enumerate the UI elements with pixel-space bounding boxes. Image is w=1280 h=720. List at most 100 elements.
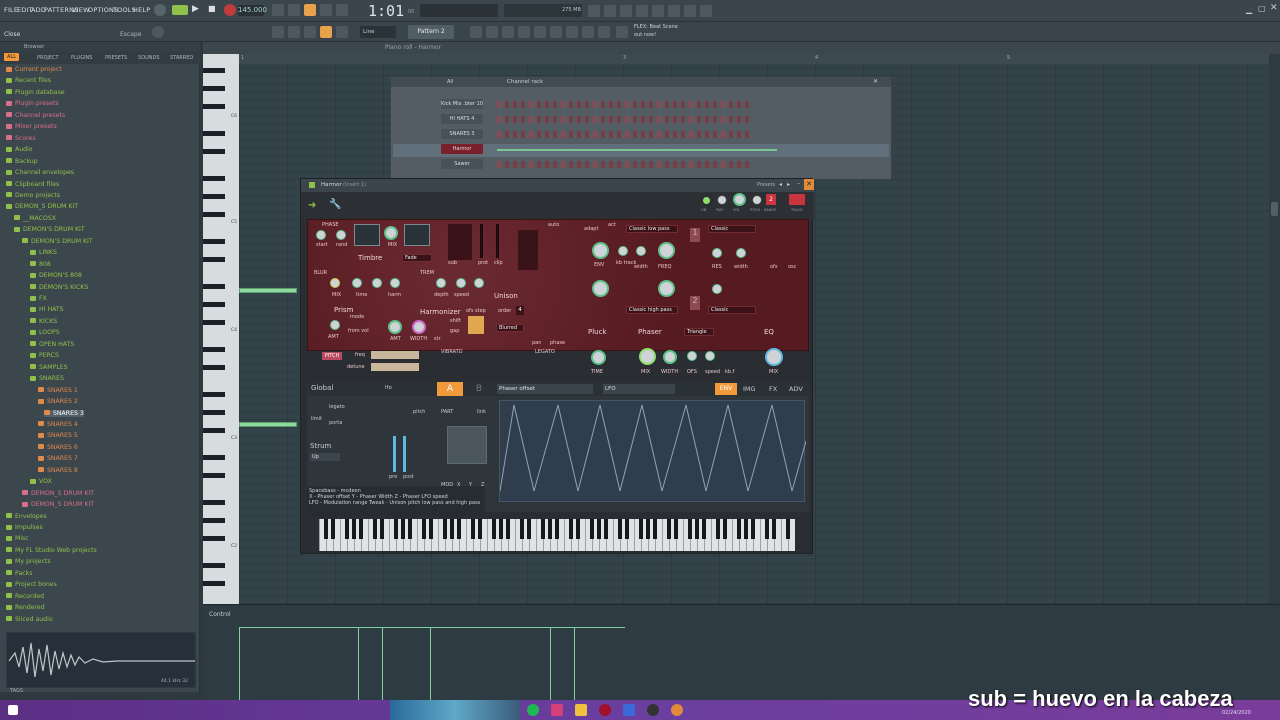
browser-item[interactable]: Backup [6, 158, 38, 165]
spotify-icon[interactable] [527, 704, 539, 716]
step-button[interactable] [537, 161, 541, 168]
black-key[interactable] [380, 519, 384, 539]
pitch-knob[interactable] [752, 195, 762, 205]
step-button[interactable] [713, 131, 717, 138]
clip-slider[interactable] [496, 224, 499, 258]
mini-piano-roll[interactable] [497, 149, 777, 151]
velocity-bar[interactable] [358, 627, 359, 701]
blur-time2-knob[interactable] [372, 278, 382, 288]
limit-option[interactable]: limit [311, 416, 322, 422]
browser-icon[interactable] [502, 26, 514, 38]
step-button[interactable] [537, 101, 541, 108]
step-button[interactable] [577, 161, 581, 168]
step-button[interactable] [649, 161, 653, 168]
black-key[interactable] [688, 519, 692, 539]
harmor-titlebar[interactable]: Harmor (Insert 1) Presets ◂ ▸ – ✕ [301, 179, 814, 192]
step-button[interactable] [553, 101, 557, 108]
channel-button[interactable]: Sawer [441, 159, 483, 169]
piano-roll-icon[interactable] [486, 26, 498, 38]
browser-item[interactable]: PERCS [30, 352, 59, 359]
step-button[interactable] [513, 101, 517, 108]
black-key[interactable] [737, 519, 741, 539]
step-button[interactable] [553, 116, 557, 123]
browser-item[interactable]: Sliced audio [6, 616, 53, 623]
step-button[interactable] [633, 131, 637, 138]
phaser-ofs-knob[interactable] [687, 351, 697, 361]
step-button[interactable] [665, 101, 669, 108]
step-button[interactable] [529, 116, 533, 123]
black-key[interactable] [450, 519, 454, 539]
step-button[interactable] [633, 116, 637, 123]
timbre-a-thumbnail[interactable] [354, 224, 380, 246]
wait-icon[interactable] [288, 4, 300, 16]
plugin-icon[interactable] [534, 26, 546, 38]
black-key[interactable] [506, 519, 510, 539]
phaser-speed-knob[interactable] [705, 351, 715, 361]
snap-icon[interactable] [272, 26, 284, 38]
browser-item[interactable]: Current project [6, 66, 62, 73]
instagram-icon[interactable] [551, 704, 563, 716]
preset-prev-icon[interactable]: ◂ [779, 181, 782, 188]
black-key[interactable] [548, 519, 552, 539]
black-key[interactable] [695, 519, 699, 539]
arrow-right-icon[interactable]: ➜ [308, 200, 316, 211]
velocity-bar[interactable] [550, 627, 551, 701]
filter2-type-select[interactable]: Classic high pass [626, 306, 678, 314]
prot-slider[interactable] [480, 224, 483, 258]
step-button[interactable] [529, 131, 533, 138]
env2-knob[interactable] [592, 280, 609, 297]
black-key[interactable] [702, 519, 706, 539]
pattern-selector[interactable]: Pattern 2 [408, 25, 454, 39]
loop-record-icon[interactable] [336, 4, 348, 16]
step-button[interactable] [705, 101, 709, 108]
black-key[interactable] [520, 519, 524, 539]
step-button[interactable] [617, 101, 621, 108]
step-button[interactable] [505, 131, 509, 138]
pitch-freq-range[interactable] [371, 351, 419, 359]
black-key[interactable] [203, 302, 225, 307]
track-selector[interactable] [789, 194, 805, 205]
pattern-song-icon[interactable] [154, 4, 166, 16]
xy-pad[interactable] [447, 426, 487, 464]
countdown-icon[interactable] [304, 4, 316, 16]
browser-tab-all[interactable]: ALL [4, 53, 19, 61]
minimize-icon[interactable]: ▁ [1246, 5, 1252, 14]
step-button[interactable] [625, 116, 629, 123]
black-key[interactable] [786, 519, 790, 539]
step-button[interactable] [745, 131, 749, 138]
black-key[interactable] [751, 519, 755, 539]
black-key[interactable] [203, 176, 225, 181]
black-key[interactable] [569, 519, 573, 539]
browser-item[interactable]: FX [30, 295, 47, 302]
step-button[interactable] [649, 116, 653, 123]
download-icon[interactable] [700, 5, 712, 17]
browser-item[interactable]: Envelopes [6, 513, 47, 520]
browser-item[interactable]: SNARES [30, 375, 64, 382]
browser-item[interactable]: HI HATS [30, 306, 64, 313]
black-key[interactable] [471, 519, 475, 539]
black-key[interactable] [499, 519, 503, 539]
step-button[interactable] [497, 161, 501, 168]
step-button[interactable] [625, 161, 629, 168]
channel-button[interactable]: Harmor [441, 144, 483, 154]
browser-item[interactable]: Project bones [6, 581, 57, 588]
channel-row[interactable]: Sawer [393, 159, 889, 172]
step-button[interactable] [737, 131, 741, 138]
order-value[interactable]: 4 [516, 306, 524, 315]
browser-item[interactable]: OPEN HATS [30, 341, 74, 348]
timbre-mix-knob[interactable] [384, 226, 398, 240]
harmonizer-amt-knob[interactable] [388, 320, 402, 334]
velocity-bar[interactable] [382, 627, 383, 701]
browser-item[interactable]: DEMON'S DRUM KIT [14, 226, 85, 233]
step-button[interactable] [705, 131, 709, 138]
obs-icon[interactable] [647, 704, 659, 716]
save-icon[interactable] [652, 5, 664, 17]
prism-amt-knob[interactable] [330, 320, 340, 330]
black-key[interactable] [203, 104, 225, 109]
step-button[interactable] [673, 116, 677, 123]
step-button[interactable] [625, 101, 629, 108]
browser-item[interactable]: Rendered [6, 604, 45, 611]
step-button[interactable] [729, 161, 733, 168]
channel-row[interactable]: Kick Mix .bter 10 [393, 99, 889, 112]
step-button[interactable] [601, 131, 605, 138]
